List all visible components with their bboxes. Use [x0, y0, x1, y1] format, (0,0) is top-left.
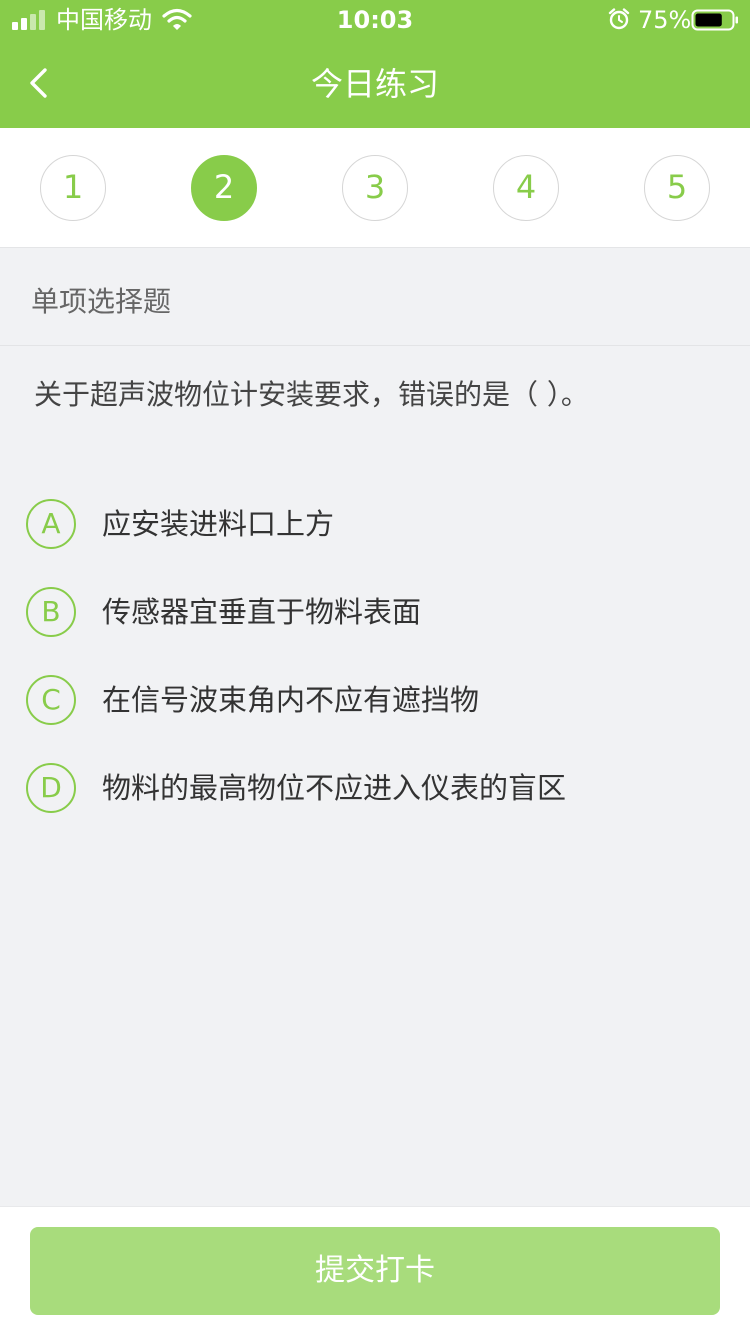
status-bar: 中国移动 10:03 75% — [0, 0, 750, 40]
step-2[interactable]: 2 — [191, 155, 257, 221]
divider — [0, 345, 750, 346]
option-text: 传感器宜垂直于物料表面 — [102, 595, 422, 629]
app-header: 中国移动 10:03 75% 今日练习 — [0, 0, 750, 128]
option-b[interactable]: B 传感器宜垂直于物料表面 — [26, 587, 726, 639]
step-3[interactable]: 3 — [342, 155, 408, 221]
step-1[interactable]: 1 — [40, 155, 106, 221]
option-text: 应安装进料口上方 — [102, 507, 335, 541]
option-a[interactable]: A 应安装进料口上方 — [26, 499, 726, 551]
question-type: 单项选择题 — [31, 285, 172, 318]
footer-bar: 提交打卡 — [0, 1206, 750, 1334]
option-letter: C — [26, 675, 76, 725]
option-text: 物料的最高物位不应进入仪表的盲区 — [102, 771, 567, 805]
question-steps: 1 2 3 4 5 — [0, 128, 750, 248]
step-5[interactable]: 5 — [644, 155, 710, 221]
option-letter: B — [26, 587, 76, 637]
battery-icon — [691, 9, 738, 31]
alarm-icon — [608, 8, 630, 30]
submit-checkin-button[interactable]: 提交打卡 — [30, 1227, 720, 1315]
option-d[interactable]: D 物料的最高物位不应进入仪表的盲区 — [26, 763, 726, 815]
option-letter: D — [26, 763, 76, 813]
step-4[interactable]: 4 — [493, 155, 559, 221]
question-text: 关于超声波物位计安装要求，错误的是（ ）。 — [34, 378, 589, 411]
option-text: 在信号波束角内不应有遮挡物 — [102, 683, 480, 717]
page-title: 今日练习 — [310, 65, 439, 103]
battery-percent: 75% — [638, 6, 692, 34]
option-c[interactable]: C 在信号波束角内不应有遮挡物 — [26, 675, 726, 727]
option-letter: A — [26, 499, 76, 549]
